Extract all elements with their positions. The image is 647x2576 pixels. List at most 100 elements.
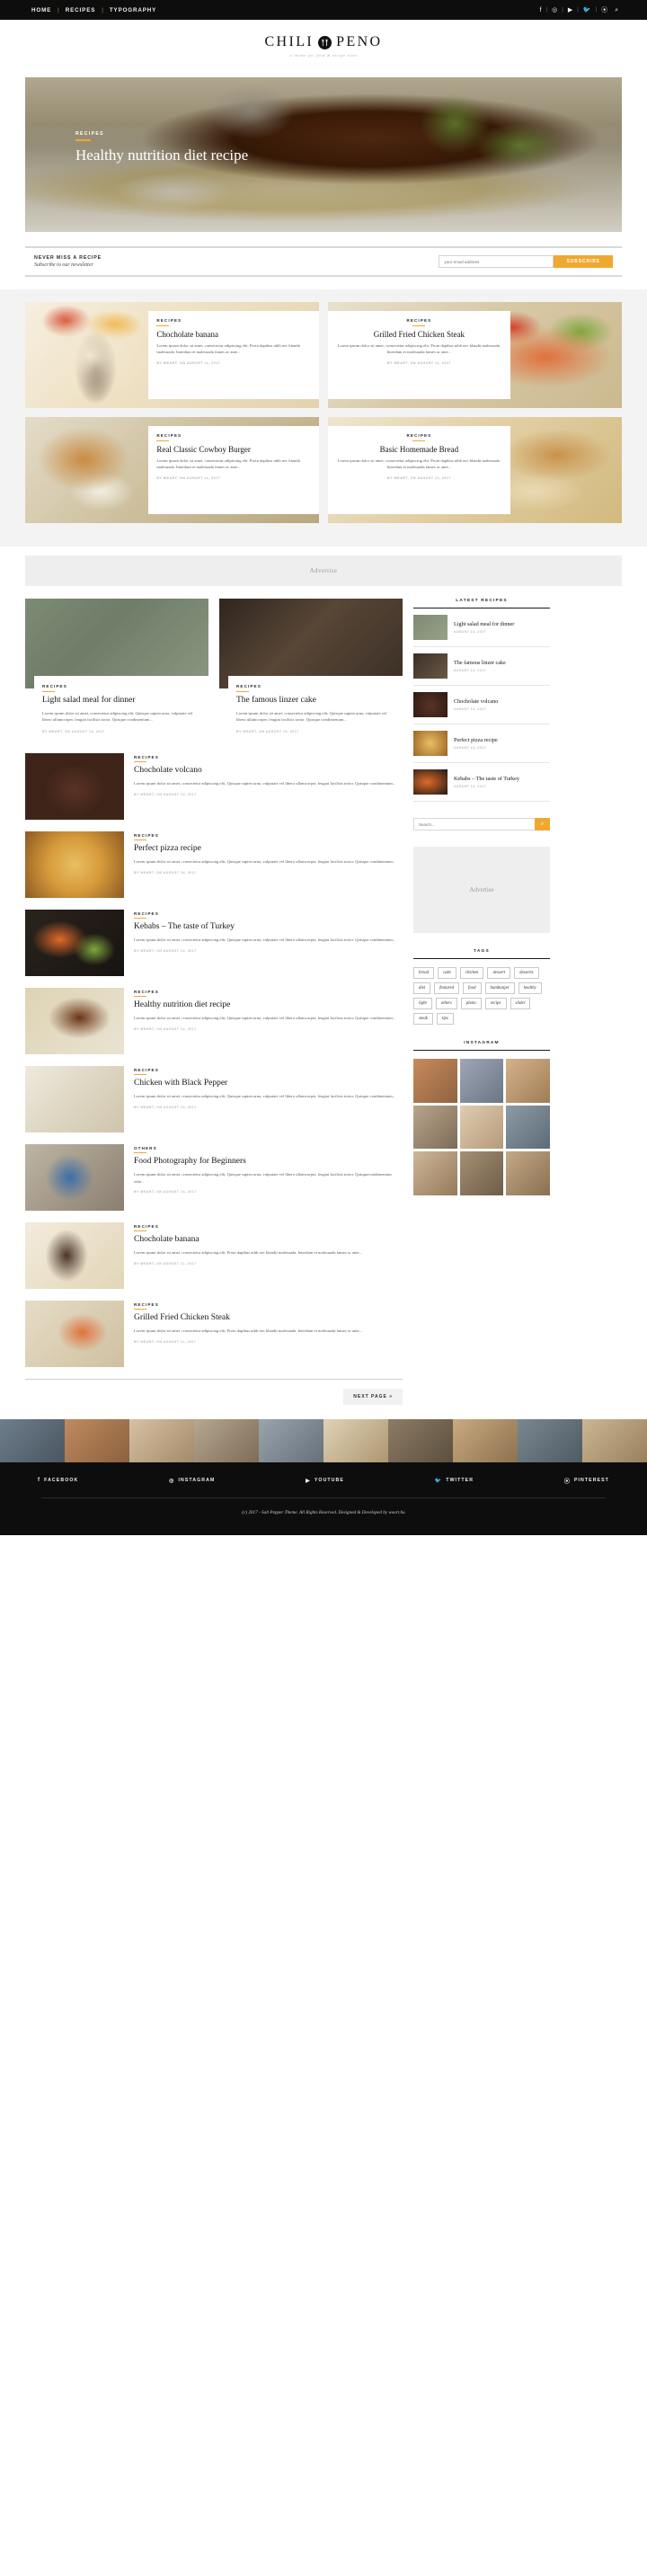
instagram-photo[interactable] bbox=[0, 1418, 65, 1462]
card-title[interactable]: The famous linzer cake bbox=[236, 696, 394, 706]
site-logo[interactable]: CHILI PENO bbox=[0, 34, 647, 50]
tag-item[interactable]: bread bbox=[413, 967, 435, 979]
instagram-photo[interactable] bbox=[506, 1151, 550, 1196]
item-title[interactable]: Kebabs – The taste of Turkey bbox=[454, 776, 519, 782]
list-item[interactable]: RECIPES Healthy nutrition diet recipe Lo… bbox=[25, 987, 403, 1054]
list-item[interactable]: RECIPES Grilled Fried Chicken Steak Lore… bbox=[25, 1300, 403, 1367]
nav-item-home[interactable]: HOME bbox=[25, 7, 58, 13]
post-card[interactable]: RECIPES Light salad meal for dinner Lore… bbox=[25, 599, 208, 742]
card-category[interactable]: RECIPES bbox=[42, 684, 200, 688]
post-title[interactable]: Perfect pizza recipe bbox=[134, 844, 403, 854]
post-category[interactable]: RECIPES bbox=[134, 911, 403, 916]
list-item[interactable]: RECIPES Kebabs – The taste of Turkey Lor… bbox=[25, 909, 403, 976]
list-item[interactable]: Perfect pizza recipe AUGUST 14, 2017 bbox=[413, 724, 550, 763]
tag-item[interactable]: recipe bbox=[484, 998, 507, 1009]
subscribe-button[interactable]: SUBSCRIBE bbox=[554, 255, 613, 268]
tag-item[interactable]: light bbox=[413, 998, 432, 1009]
youtube-icon[interactable]: ▶ bbox=[564, 7, 576, 13]
tag-item[interactable]: featured bbox=[434, 982, 460, 994]
advertise-banner[interactable]: Advertise bbox=[413, 847, 550, 933]
tag-item[interactable]: steak bbox=[413, 1013, 433, 1025]
card-category[interactable]: RECIPES bbox=[336, 433, 502, 438]
tag-item[interactable]: tips bbox=[436, 1013, 454, 1025]
tag-item[interactable]: desserts bbox=[514, 967, 539, 979]
item-title[interactable]: Chocholate volcano bbox=[454, 698, 498, 705]
instagram-photo[interactable] bbox=[453, 1418, 518, 1462]
instagram-photo[interactable] bbox=[129, 1418, 194, 1462]
instagram-photo[interactable] bbox=[582, 1418, 647, 1462]
search-icon[interactable]: ⌕ bbox=[535, 818, 550, 831]
tag-item[interactable]: photo bbox=[460, 998, 482, 1009]
card-category[interactable]: RECIPES bbox=[156, 318, 311, 323]
list-item[interactable]: Light salad meal for dinner AUGUST 14, 2… bbox=[413, 608, 550, 647]
featured-card[interactable]: RECIPES Real Classic Cowboy Burger Lorem… bbox=[25, 417, 319, 523]
footer-link-pinterest[interactable]: ⦿ PINTEREST bbox=[564, 1477, 609, 1485]
card-title[interactable]: Basic Homemade Bread bbox=[336, 445, 502, 454]
item-title[interactable]: Perfect pizza recipe bbox=[454, 737, 498, 743]
post-title[interactable]: Food Photography for Beginners bbox=[134, 1157, 403, 1167]
tag-item[interactable]: food bbox=[463, 982, 482, 994]
tag-item[interactable]: diet bbox=[413, 982, 431, 994]
card-title[interactable]: Light salad meal for dinner bbox=[42, 696, 200, 706]
instagram-photo[interactable] bbox=[324, 1418, 388, 1462]
card-title[interactable]: Chocholate banana bbox=[156, 330, 311, 339]
instagram-photo[interactable] bbox=[459, 1151, 504, 1196]
advertise-banner[interactable]: Advertise bbox=[25, 555, 622, 586]
post-category[interactable]: RECIPES bbox=[134, 1302, 403, 1307]
tag-item[interactable]: slider bbox=[510, 998, 531, 1009]
footer-link-instagram[interactable]: ◎ INSTAGRAM bbox=[169, 1477, 215, 1485]
instagram-photo[interactable] bbox=[194, 1418, 259, 1462]
post-category[interactable]: RECIPES bbox=[134, 1068, 403, 1072]
tag-item[interactable]: others bbox=[435, 998, 457, 1009]
footer-link-twitter[interactable]: 🐦 TWITTER bbox=[435, 1477, 474, 1485]
item-title[interactable]: The famous linzer cake bbox=[454, 660, 506, 666]
list-item[interactable]: RECIPES Chocholate banana Lorem ipsum do… bbox=[25, 1221, 403, 1289]
hero-category[interactable]: RECIPES bbox=[75, 131, 248, 137]
instagram-icon[interactable]: ◎ bbox=[548, 7, 561, 13]
post-title[interactable]: Chicken with Black Pepper bbox=[134, 1079, 403, 1088]
card-category[interactable]: RECIPES bbox=[336, 318, 502, 323]
card-category[interactable]: RECIPES bbox=[156, 433, 311, 438]
card-title[interactable]: Grilled Fried Chicken Steak bbox=[336, 330, 502, 339]
search-icon[interactable]: ⌕ bbox=[611, 7, 622, 13]
post-title[interactable]: Healthy nutrition diet recipe bbox=[134, 1000, 403, 1010]
search-input[interactable] bbox=[413, 818, 535, 831]
instagram-photo[interactable] bbox=[459, 1105, 504, 1150]
nav-item-recipes[interactable]: RECIPES bbox=[59, 7, 102, 13]
instagram-photo[interactable] bbox=[413, 1105, 457, 1150]
post-title[interactable]: Kebabs – The taste of Turkey bbox=[134, 922, 403, 932]
post-title[interactable]: Grilled Fried Chicken Steak bbox=[134, 1313, 403, 1323]
post-category[interactable]: RECIPES bbox=[134, 755, 403, 759]
footer-link-facebook[interactable]: f FACEBOOK bbox=[38, 1477, 78, 1485]
instagram-photo[interactable] bbox=[413, 1151, 457, 1196]
card-title[interactable]: Real Classic Cowboy Burger bbox=[156, 445, 311, 454]
post-category[interactable]: RECIPES bbox=[134, 833, 403, 838]
post-category[interactable]: OTHERS bbox=[134, 1146, 403, 1150]
list-item[interactable]: RECIPES Chicken with Black Pepper Lorem … bbox=[25, 1065, 403, 1133]
list-item[interactable]: RECIPES Chocholate volcano Lorem ipsum d… bbox=[25, 752, 403, 820]
featured-card[interactable]: RECIPES Grilled Fried Chicken Steak Lore… bbox=[328, 302, 622, 408]
instagram-photo[interactable] bbox=[518, 1418, 582, 1462]
pinterest-icon[interactable]: ⦿ bbox=[598, 7, 611, 13]
post-category[interactable]: RECIPES bbox=[134, 990, 403, 994]
tag-item[interactable]: chicken bbox=[459, 967, 484, 979]
hero-title[interactable]: Healthy nutrition diet recipe bbox=[75, 147, 248, 164]
tag-item[interactable]: healthy bbox=[518, 982, 542, 994]
post-title[interactable]: Chocholate banana bbox=[134, 1235, 403, 1245]
tag-item[interactable]: hamburger bbox=[484, 982, 515, 994]
instagram-photo[interactable] bbox=[259, 1418, 324, 1462]
list-item[interactable]: The famous linzer cake AUGUST 14, 2017 bbox=[413, 647, 550, 686]
newsletter-email-input[interactable] bbox=[439, 255, 554, 268]
nav-item-typography[interactable]: TYPOGRAPHY bbox=[103, 7, 163, 13]
tag-item[interactable]: dessert bbox=[487, 967, 511, 979]
footer-link-youtube[interactable]: ▶ YOUTUBE bbox=[306, 1477, 344, 1485]
twitter-icon[interactable]: 🐦 bbox=[580, 7, 595, 13]
instagram-photo[interactable] bbox=[65, 1418, 129, 1462]
list-item[interactable]: RECIPES Perfect pizza recipe Lorem ipsum… bbox=[25, 831, 403, 898]
tag-item[interactable]: cake bbox=[438, 967, 456, 979]
instagram-photo[interactable] bbox=[506, 1105, 550, 1150]
featured-card[interactable]: RECIPES Chocholate banana Lorem ipsum do… bbox=[25, 302, 319, 408]
post-category[interactable]: RECIPES bbox=[134, 1224, 403, 1229]
card-category[interactable]: RECIPES bbox=[236, 684, 394, 688]
list-item[interactable]: Chocholate volcano AUGUST 14, 2017 bbox=[413, 686, 550, 724]
